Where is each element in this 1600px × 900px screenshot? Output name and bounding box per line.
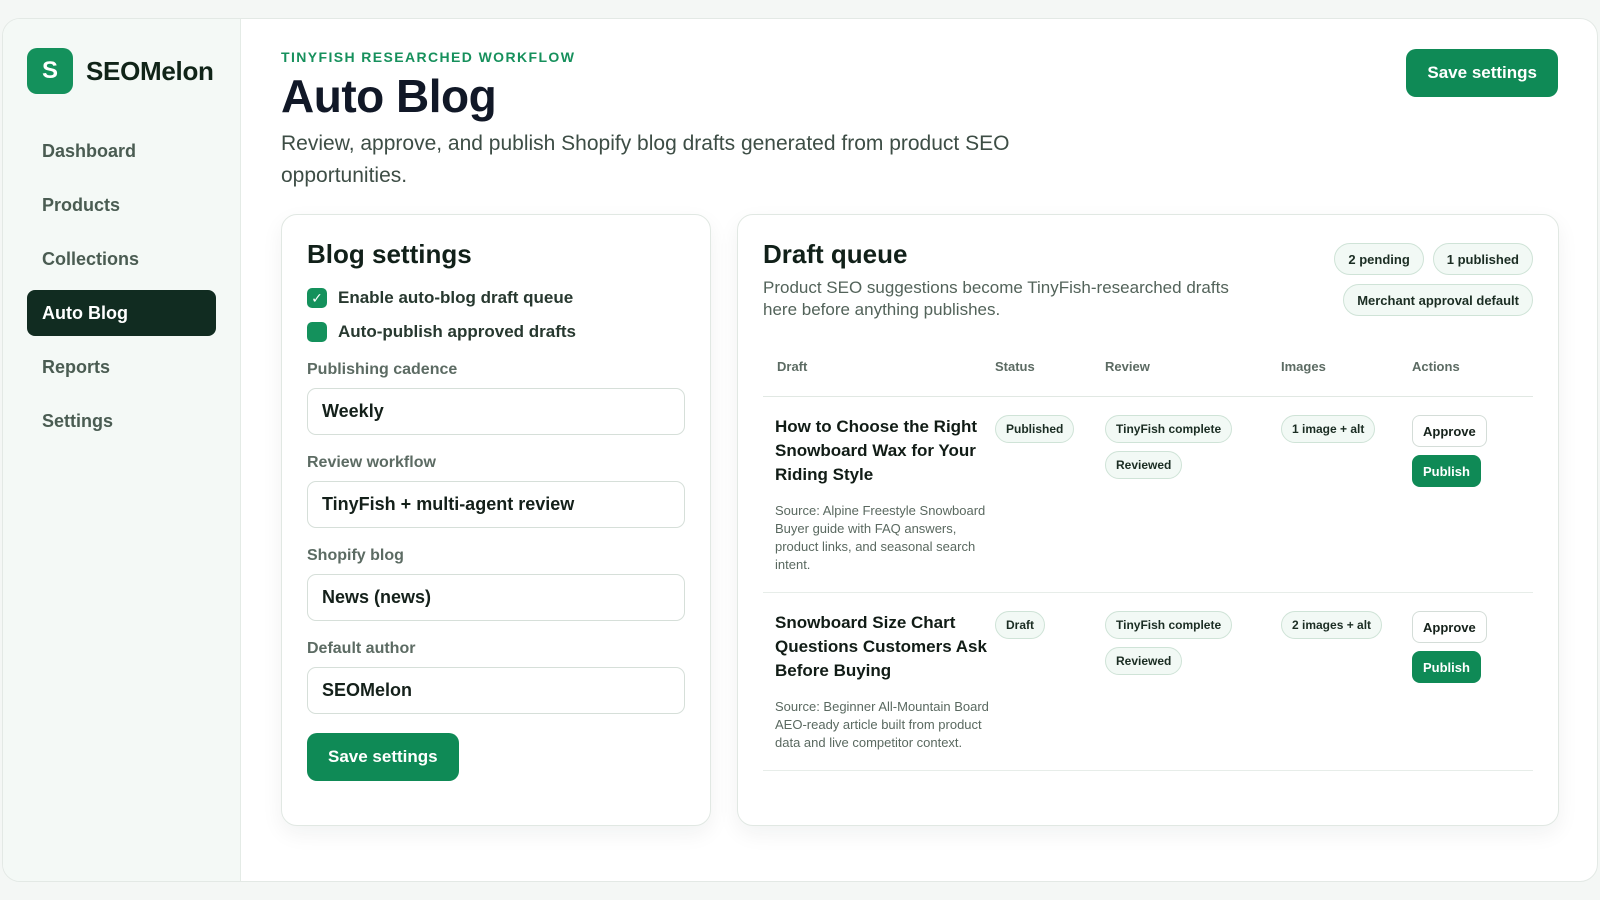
- default-author-label: Default author: [307, 640, 416, 657]
- auto-publish-checkbox[interactable]: [307, 322, 327, 342]
- status-badge: Draft: [995, 611, 1046, 639]
- brand-name: SEOMelon: [86, 55, 214, 86]
- draft-summary: Buyer guide with FAQ answers, product li…: [775, 521, 976, 572]
- draft-queue-card: Draft queue Product SEO suggestions beco…: [737, 214, 1559, 826]
- page-subtitle: Review, approve, and publish Shopify blo…: [281, 132, 1010, 187]
- publish-button[interactable]: Publish: [1412, 455, 1481, 487]
- status-cell: Draft: [995, 611, 1105, 752]
- auto-publish-label: Auto-publish approved drafts: [338, 322, 576, 341]
- brand-logo: S: [27, 48, 73, 94]
- shopify-blog-label: Shopify blog: [307, 547, 404, 564]
- page-title: Auto Blog: [281, 70, 497, 122]
- app-window: S SEOMelon Dashboard Products Collection…: [2, 18, 1598, 882]
- review-workflow-label: Review workflow: [307, 454, 436, 471]
- brand[interactable]: S SEOMelon: [27, 48, 216, 94]
- images-cell: 2 images + alt: [1281, 611, 1412, 752]
- auto-blog-checkbox[interactable]: ✓: [307, 288, 327, 308]
- main-content: TINYFISH RESEARCHED WORKFLOW Auto Blog R…: [241, 19, 1597, 881]
- default-author-field[interactable]: SEOMelon: [307, 667, 685, 714]
- cadence-field[interactable]: Weekly: [307, 388, 685, 435]
- sidebar: S SEOMelon Dashboard Products Collection…: [3, 19, 241, 881]
- cards-row: Blog settings ✓ Enable auto-blog draft q…: [281, 214, 1559, 826]
- blog-settings-card: Blog settings ✓ Enable auto-blog draft q…: [281, 214, 711, 826]
- draft-queue-description: Product SEO suggestions become TinyFish-…: [763, 278, 1229, 319]
- sidebar-item-settings[interactable]: Settings: [27, 398, 216, 444]
- sidebar-item-collections[interactable]: Collections: [27, 236, 216, 282]
- shopify-blog-field[interactable]: News (news): [307, 574, 685, 621]
- publish-button[interactable]: Publish: [1412, 651, 1481, 683]
- pending-count-badge: 2 pending: [1334, 243, 1424, 275]
- header-save-button[interactable]: Save settings: [1406, 49, 1558, 97]
- review-badge: Reviewed: [1105, 451, 1183, 479]
- column-actions: Actions: [1412, 359, 1460, 374]
- column-images: Images: [1281, 359, 1326, 374]
- column-status: Status: [995, 359, 1035, 374]
- check-icon: ✓: [311, 289, 323, 306]
- approve-button[interactable]: Approve: [1412, 611, 1487, 643]
- approve-button[interactable]: Approve: [1412, 415, 1487, 447]
- approval-mode-badge: Merchant approval default: [1343, 284, 1533, 316]
- sidebar-nav: Dashboard Products Collections Auto Blog…: [27, 128, 216, 444]
- draft-title[interactable]: How to Choose the Right Snowboard Wax fo…: [775, 415, 995, 487]
- page-eyebrow: TINYFISH RESEARCHED WORKFLOW: [281, 49, 576, 65]
- images-cell: 1 image + alt: [1281, 415, 1412, 574]
- draft-title[interactable]: Snowboard Size Chart Questions Customers…: [775, 611, 995, 683]
- sidebar-item-products[interactable]: Products: [27, 182, 216, 228]
- auto-publish-toggle-row[interactable]: Auto-publish approved drafts: [307, 322, 685, 342]
- cadence-label: Publishing cadence: [307, 361, 458, 378]
- draft-cell: Snowboard Size Chart Questions Customers…: [775, 611, 995, 752]
- published-count-badge: 1 published: [1432, 243, 1533, 275]
- column-review: Review: [1105, 359, 1150, 374]
- draft-summary: AEO-ready article built from product dat…: [775, 717, 982, 750]
- status-cell: Published: [995, 415, 1105, 574]
- draft-source: Source: Beginner All-Mountain Board: [775, 699, 989, 714]
- review-cell: TinyFish complete Reviewed: [1105, 611, 1281, 752]
- table-row: How to Choose the Right Snowboard Wax fo…: [763, 397, 1533, 593]
- review-cell: TinyFish complete Reviewed: [1105, 415, 1281, 574]
- sidebar-item-dashboard[interactable]: Dashboard: [27, 128, 216, 174]
- draft-cell: How to Choose the Right Snowboard Wax fo…: [775, 415, 995, 574]
- review-workflow-field[interactable]: TinyFish + multi-agent review: [307, 481, 685, 528]
- sidebar-item-auto-blog[interactable]: Auto Blog: [27, 290, 216, 336]
- settings-save-button[interactable]: Save settings: [307, 733, 459, 781]
- review-badge: TinyFish complete: [1105, 611, 1233, 639]
- review-badge: Reviewed: [1105, 647, 1183, 675]
- images-badge: 2 images + alt: [1281, 611, 1383, 639]
- actions-cell: Approve Publish: [1412, 415, 1512, 574]
- auto-blog-label: Enable auto-blog draft queue: [338, 288, 574, 307]
- blog-settings-title: Blog settings: [307, 239, 472, 269]
- sidebar-item-reports[interactable]: Reports: [27, 344, 216, 390]
- queue-table-header: Draft Status Review Images Actions: [763, 359, 1533, 397]
- queue-badges: 2 pending 1 published Merchant approval …: [1323, 243, 1533, 316]
- draft-source: Source: Alpine Freestyle Snowboard: [775, 503, 986, 518]
- table-row: Snowboard Size Chart Questions Customers…: [763, 593, 1533, 771]
- auto-blog-toggle-row[interactable]: ✓ Enable auto-blog draft queue: [307, 288, 685, 308]
- column-draft: Draft: [777, 359, 808, 374]
- images-badge: 1 image + alt: [1281, 415, 1376, 443]
- actions-cell: Approve Publish: [1412, 611, 1512, 752]
- review-badge: TinyFish complete: [1105, 415, 1233, 443]
- status-badge: Published: [995, 415, 1075, 443]
